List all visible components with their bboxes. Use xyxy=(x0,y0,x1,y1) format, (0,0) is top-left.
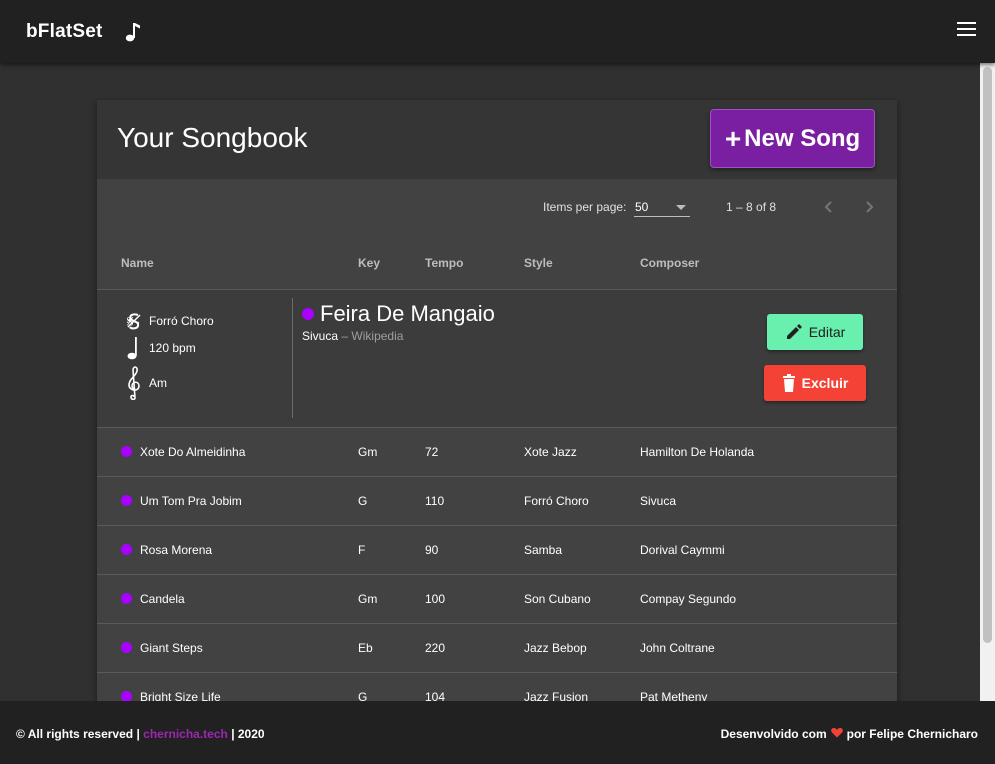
song-title: Feira De Mangaio xyxy=(320,301,495,326)
items-per-page-select[interactable]: 50 xyxy=(634,199,690,217)
header-composer[interactable]: Composer xyxy=(640,256,699,270)
meta-style: 𝄋 Forró Choro xyxy=(127,312,214,330)
meta-style-text: Forró Choro xyxy=(149,314,214,328)
song-title-line: Feira De Mangaio xyxy=(302,301,495,327)
status-dot xyxy=(121,495,132,506)
footer: © All rights reserved | chernicha.tech |… xyxy=(0,701,995,764)
meta-tempo-text: 120 bpm xyxy=(149,341,196,355)
year-text: | 2020 xyxy=(231,727,265,741)
items-per-page-value: 50 xyxy=(635,200,649,214)
cell-key: G xyxy=(358,494,368,508)
music-note-icon xyxy=(125,21,141,43)
header-key[interactable]: Key xyxy=(358,256,380,270)
header-style[interactable]: Style xyxy=(524,256,553,270)
cell-tempo: 100 xyxy=(425,592,446,606)
table-row[interactable]: Candela Gm 100 Son Cubano Compay Segundo xyxy=(97,575,897,624)
wikipedia-link[interactable]: Wikipedia xyxy=(351,329,403,343)
cell-composer: Sivuca xyxy=(640,494,677,508)
cell-tempo: 220 xyxy=(425,641,446,655)
brand-title[interactable]: bFlatSet xyxy=(26,21,103,43)
heart-icon xyxy=(830,727,843,741)
page-range-label: 1 – 8 of 8 xyxy=(726,200,777,214)
delete-button[interactable]: Excluir xyxy=(764,365,866,401)
status-dot xyxy=(121,593,132,604)
table-row[interactable]: Um Tom Pra Jobim G 110 Forró Choro Sivuc… xyxy=(97,477,897,526)
menu-icon[interactable] xyxy=(957,22,976,38)
cell-name: Rosa Morena xyxy=(121,543,212,557)
pencil-icon xyxy=(786,324,802,339)
cell-key: Gm xyxy=(358,592,378,606)
scrollbar-thumb[interactable] xyxy=(983,67,992,643)
footer-credits: Desenvolvido com por Felipe Chernicharo xyxy=(721,727,978,741)
delete-label: Excluir xyxy=(801,375,849,391)
plus-icon: + xyxy=(724,122,742,154)
cell-tempo: 110 xyxy=(425,494,445,508)
cell-key: F xyxy=(358,543,366,557)
edit-label: Editar xyxy=(808,324,846,340)
cell-name: Giant Steps xyxy=(121,641,203,655)
expanded-song-detail: 𝄋 Forró Choro 120 bpm Am xyxy=(97,290,897,428)
quarter-note-icon xyxy=(127,337,137,360)
site-link[interactable]: chernicha.tech xyxy=(143,727,228,741)
new-song-button[interactable]: + New Song xyxy=(710,109,875,168)
cell-style: Jazz Bebop xyxy=(524,641,587,655)
cell-composer: Hamilton De Holanda xyxy=(640,445,755,459)
cell-composer: John Coltrane xyxy=(640,641,715,655)
meta-key: Am xyxy=(127,366,167,400)
cell-style: Samba xyxy=(524,543,563,557)
segno-icon: 𝄋 xyxy=(127,312,141,330)
card-header: Your Songbook + New Song xyxy=(97,100,897,179)
separator: – xyxy=(341,329,349,343)
footer-copyright: © All rights reserved | chernicha.tech |… xyxy=(16,727,265,741)
items-per-page-label: Items per page: xyxy=(543,200,627,214)
status-dot xyxy=(302,308,314,320)
header-tempo[interactable]: Tempo xyxy=(425,256,463,270)
treble-clef-icon xyxy=(128,366,140,400)
top-app-bar: bFlatSet xyxy=(0,0,995,63)
dropdown-arrow-icon xyxy=(676,205,686,210)
table-row[interactable]: Xote Do Almeidinha Gm 72 Xote Jazz Hamil… xyxy=(97,428,897,477)
header-name[interactable]: Name xyxy=(121,256,154,270)
page-scrollbar[interactable] xyxy=(980,63,995,701)
cell-key: Gm xyxy=(358,445,378,459)
cell-name: Um Tom Pra Jobim xyxy=(121,494,242,508)
cell-style: Son Cubano xyxy=(524,592,591,606)
status-dot xyxy=(121,642,132,653)
paginator: Items per page: 50 1 – 8 of 8 xyxy=(97,179,897,235)
table-row[interactable]: Giant Steps Eb 220 Jazz Bebop John Coltr… xyxy=(97,624,897,673)
cell-composer: Compay Segundo xyxy=(640,592,737,606)
edit-button[interactable]: Editar xyxy=(767,314,863,350)
song-subtitle: Sivuca – Wikipedia xyxy=(302,329,403,343)
cell-style: Forró Choro xyxy=(524,494,589,508)
songbook-card: Your Songbook + New Song Items per page:… xyxy=(97,100,897,710)
table-row[interactable]: Rosa Morena F 90 Samba Dorival Caymmi xyxy=(97,526,897,575)
trash-icon xyxy=(782,374,795,392)
meta-key-text: Am xyxy=(149,376,167,390)
cell-tempo: 72 xyxy=(425,445,439,459)
song-composer: Sivuca xyxy=(302,329,339,343)
chevron-left-icon[interactable] xyxy=(821,198,837,216)
cell-name: Candela xyxy=(121,592,185,606)
new-song-label: New Song xyxy=(744,124,861,152)
song-meta-box: 𝄋 Forró Choro 120 bpm Am xyxy=(121,298,293,418)
cell-style: Xote Jazz xyxy=(524,445,577,459)
meta-tempo: 120 bpm xyxy=(127,336,196,360)
cell-name: Xote Do Almeidinha xyxy=(121,445,245,459)
dev-suffix: por Felipe Chernicharo xyxy=(846,727,978,741)
cell-composer: Dorival Caymmi xyxy=(640,543,725,557)
table-header-row: Name Key Tempo Style Composer xyxy=(97,235,897,290)
dev-prefix: Desenvolvido com xyxy=(720,727,827,741)
status-dot xyxy=(121,446,132,457)
cell-key: Eb xyxy=(358,641,373,655)
status-dot xyxy=(121,544,132,555)
cell-tempo: 90 xyxy=(425,543,439,557)
rights-text: © All rights reserved | xyxy=(16,727,140,741)
chevron-right-icon[interactable] xyxy=(861,198,877,216)
page-title: Your Songbook xyxy=(117,122,308,153)
